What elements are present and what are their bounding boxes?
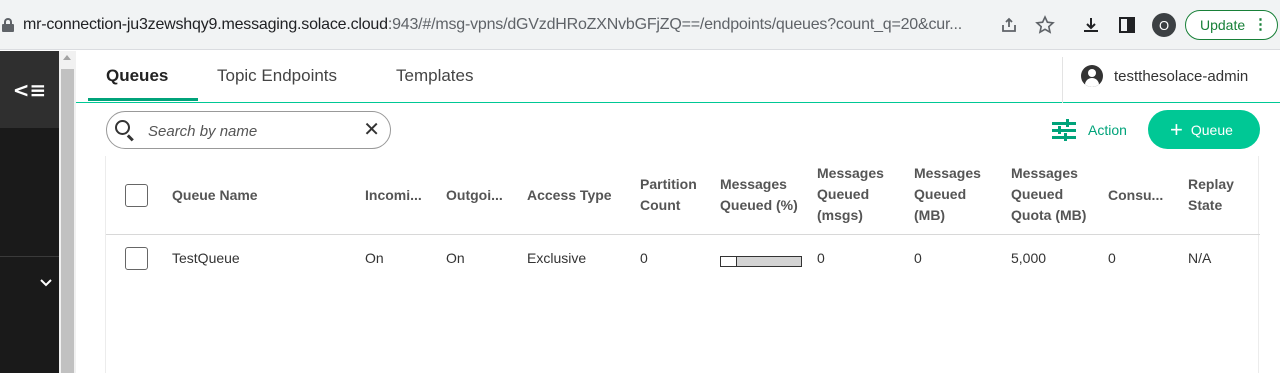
action-label: Action	[1088, 122, 1127, 138]
queues-table: Queue Name Incomi... Outgoi... Access Ty…	[105, 156, 1260, 373]
cell-partition-count: 0	[640, 250, 648, 266]
more-vert-icon: ⋮	[1253, 16, 1268, 33]
chevron-down-icon[interactable]	[40, 275, 52, 291]
col-incoming[interactable]: Incomi...	[365, 185, 422, 206]
col-messages-queued-msgs[interactable]: Messages Queued (msgs)	[817, 163, 884, 226]
col-replay-line1: Replay	[1188, 176, 1234, 192]
search-icon	[115, 120, 135, 142]
col-mb-line1: Messages	[914, 165, 981, 181]
queued-pct-bar-fill	[721, 257, 737, 266]
main-content: Queues Topic Endpoints Templates testthe…	[76, 51, 1280, 373]
scroll-up-icon[interactable]	[63, 55, 71, 60]
url-host: mr-connection-ju3zewshqy9.messaging.sola…	[23, 15, 388, 33]
profile-avatar[interactable]: O	[1152, 13, 1176, 37]
table-header: Queue Name Incomi... Outgoi... Access Ty…	[106, 156, 1260, 235]
browser-address-bar: mr-connection-ju3zewshqy9.messaging.sola…	[0, 0, 1280, 50]
cell-outgoing: On	[446, 250, 465, 266]
cell-consumers: 0	[1108, 250, 1116, 266]
share-icon[interactable]	[998, 14, 1020, 36]
close-icon[interactable]: ✕	[363, 117, 380, 141]
side-panel-icon[interactable]	[1116, 14, 1138, 36]
queued-pct-bar	[720, 256, 802, 267]
col-msgs-line3: (msgs)	[817, 207, 863, 223]
tune-icon	[1052, 119, 1076, 141]
cell-queue-name[interactable]: TestQueue	[172, 250, 240, 266]
col-mb-line3: (MB)	[914, 207, 946, 223]
nav-divider	[0, 256, 59, 257]
col-partition-line1: Partition	[640, 176, 697, 192]
plus-icon: +	[1170, 116, 1183, 142]
user-divider	[1062, 57, 1063, 103]
tab-topic-endpoints[interactable]: Topic Endpoints	[217, 66, 337, 86]
col-mb-line2: Queued	[914, 186, 967, 202]
tab-templates[interactable]: Templates	[396, 66, 473, 86]
col-pct-line1: Messages	[720, 176, 787, 192]
scrollbar-thumb[interactable]	[61, 69, 74, 373]
col-quota-line2: Queued	[1011, 186, 1064, 202]
update-label: Update	[1200, 17, 1246, 33]
add-queue-button[interactable]: + Queue	[1148, 110, 1260, 149]
col-consumers[interactable]: Consu...	[1108, 185, 1163, 206]
col-quota-line3: Quota (MB)	[1011, 207, 1087, 223]
col-partition-line2: Count	[640, 197, 681, 213]
col-outgoing[interactable]: Outgoi...	[446, 185, 503, 206]
col-msgs-line1: Messages	[817, 165, 884, 181]
collapse-nav-button[interactable]: <≡	[0, 51, 59, 128]
endpoint-tabs: Queues Topic Endpoints Templates testthe…	[76, 51, 1280, 103]
nav-scrollbar[interactable]	[59, 51, 76, 373]
browser-update-button[interactable]: Update ⋮	[1185, 10, 1278, 40]
cell-quota-mb: 5,000	[1011, 250, 1047, 266]
col-quota-line1: Messages	[1011, 165, 1078, 181]
url-path: :943/#/msg-vpns/dGVzdHRoZXNvbGFjZQ==/end…	[387, 15, 962, 33]
cell-queued-mb: 0	[914, 250, 922, 266]
left-navigation: <≡	[0, 51, 59, 373]
lock-icon[interactable]	[2, 17, 14, 32]
col-replay-state[interactable]: Replay State	[1188, 174, 1234, 216]
bookmark-star-icon[interactable]	[1034, 14, 1056, 36]
url-field[interactable]: mr-connection-ju3zewshqy9.messaging.sola…	[23, 16, 962, 34]
cell-incoming: On	[365, 250, 384, 266]
account-circle-icon[interactable]	[1081, 65, 1103, 87]
col-messages-queued-mb[interactable]: Messages Queued (MB)	[914, 163, 981, 226]
row-checkbox[interactable]	[125, 247, 148, 270]
search-box: ✕	[106, 111, 391, 149]
col-quota-mb[interactable]: Messages Queued Quota (MB)	[1011, 163, 1086, 226]
col-msgs-line2: Queued	[817, 186, 870, 202]
col-messages-queued-pct[interactable]: Messages Queued (%)	[720, 174, 798, 216]
collapse-nav-icon: <≡	[12, 77, 47, 102]
user-name[interactable]: testthesolace-admin	[1114, 68, 1248, 85]
col-replay-line2: State	[1188, 197, 1223, 213]
search-input[interactable]	[148, 121, 348, 141]
download-icon[interactable]	[1080, 14, 1102, 36]
col-access-type[interactable]: Access Type	[527, 185, 612, 206]
col-queue-name[interactable]: Queue Name	[172, 185, 258, 206]
tab-queues[interactable]: Queues	[106, 66, 168, 86]
col-partition-count[interactable]: Partition Count	[640, 174, 697, 216]
active-tab-indicator	[88, 98, 198, 101]
add-queue-label: Queue	[1190, 121, 1233, 138]
action-button[interactable]: Action	[1052, 115, 1127, 145]
cell-replay-state: N/A	[1188, 250, 1212, 266]
cell-queued-msgs: 0	[817, 250, 825, 266]
select-all-checkbox[interactable]	[125, 184, 148, 207]
cell-access-type: Exclusive	[527, 250, 587, 266]
col-pct-line2: Queued (%)	[720, 197, 798, 213]
